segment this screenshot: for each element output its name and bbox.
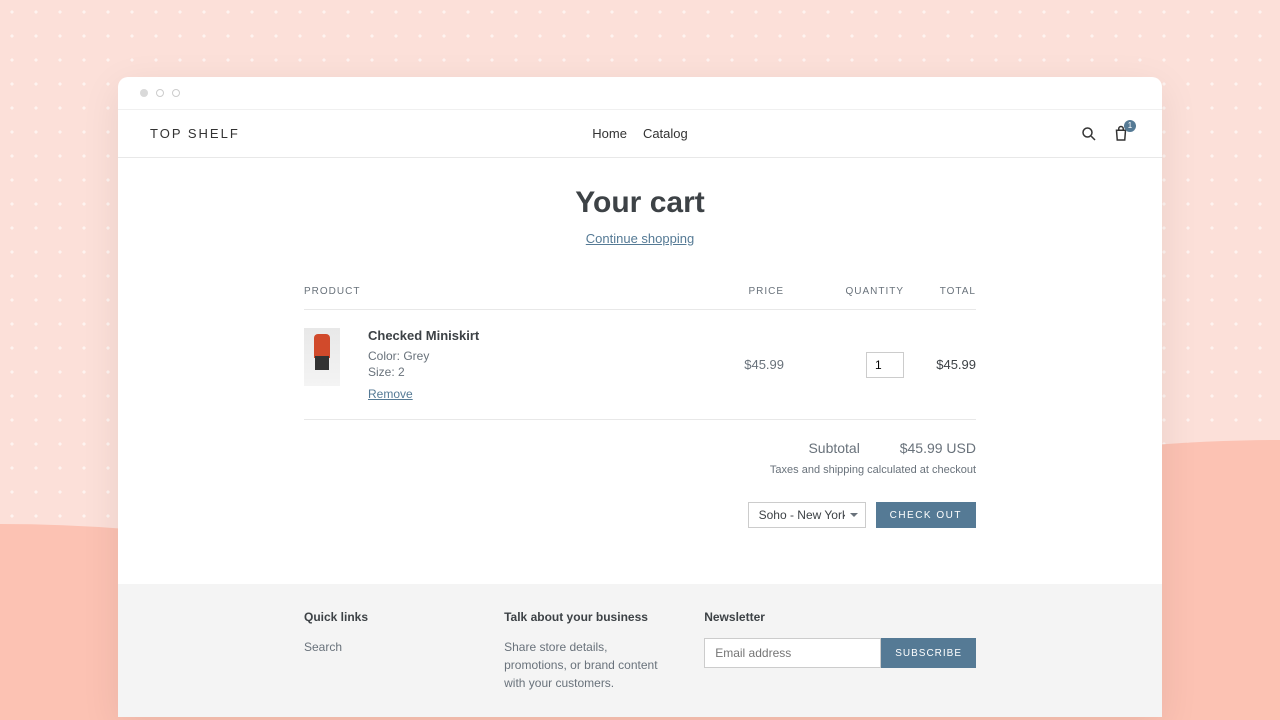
footer-quicklinks-title: Quick links: [304, 610, 464, 624]
col-header-quantity: QUANTITY: [784, 286, 904, 297]
cart-table: PRODUCT PRICE QUANTITY TOTAL Checked Min…: [304, 286, 976, 420]
window-dot: [140, 89, 148, 97]
product-image[interactable]: [304, 328, 340, 386]
checkout-button[interactable]: CHECK OUT: [876, 502, 976, 528]
nav-links: Home Catalog: [592, 126, 688, 141]
site-header: TOP SHELF Home Catalog 1: [118, 110, 1162, 158]
col-header-price: PRICE: [694, 286, 784, 297]
titlebar: [118, 77, 1162, 110]
variant-size: Size: 2: [368, 365, 479, 379]
location-select[interactable]: Soho - New York C: [748, 502, 866, 528]
subscribe-button[interactable]: SUBSCRIBE: [881, 638, 976, 668]
browser-window: TOP SHELF Home Catalog 1 Your cart Conti…: [118, 77, 1162, 717]
nav-home[interactable]: Home: [592, 126, 627, 141]
remove-link[interactable]: Remove: [368, 387, 413, 401]
table-row: Checked Miniskirt Color: Grey Size: 2 Re…: [304, 310, 976, 420]
footer-business-title: Talk about your business: [504, 610, 664, 624]
window-dot: [172, 89, 180, 97]
line-total: $45.99: [904, 357, 976, 372]
subtotal-label: Subtotal: [808, 440, 859, 456]
search-icon[interactable]: [1080, 125, 1098, 143]
tax-note: Taxes and shipping calculated at checkou…: [304, 464, 976, 476]
site-footer: Quick links Search Talk about your busin…: [118, 584, 1162, 717]
product-name[interactable]: Checked Miniskirt: [368, 328, 479, 343]
variant-color: Color: Grey: [368, 349, 479, 363]
page-title: Your cart: [150, 186, 1130, 220]
footer-newsletter-title: Newsletter: [704, 610, 976, 624]
cart-icon[interactable]: 1: [1112, 125, 1130, 143]
cart-badge: 1: [1124, 120, 1136, 132]
price-cell: $45.99: [694, 357, 784, 372]
nav-catalog[interactable]: Catalog: [643, 126, 688, 141]
email-field[interactable]: [704, 638, 881, 668]
footer-search-link[interactable]: Search: [304, 640, 342, 654]
col-header-product: PRODUCT: [304, 286, 694, 297]
window-dot: [156, 89, 164, 97]
quantity-stepper[interactable]: [866, 352, 904, 378]
brand-logo[interactable]: TOP SHELF: [150, 126, 240, 141]
col-header-total: TOTAL: [904, 286, 976, 297]
continue-shopping-link[interactable]: Continue shopping: [586, 231, 694, 246]
subtotal-amount: $45.99 USD: [900, 440, 976, 456]
footer-business-body: Share store details, promotions, or bran…: [504, 638, 664, 692]
